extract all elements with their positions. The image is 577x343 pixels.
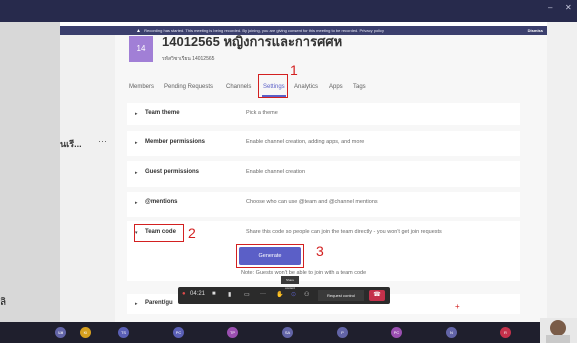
settings-row-desc: Pick a theme xyxy=(246,110,278,116)
participant-avatar[interactable]: N xyxy=(446,327,457,338)
chevron-right-icon: ▸ xyxy=(135,140,138,146)
settings-row-desc: Enable channel creation, adding apps, an… xyxy=(246,139,365,145)
raise-hand-icon[interactable]: ✋ xyxy=(276,291,283,298)
close-button[interactable]: ✕ xyxy=(565,3,572,12)
participant-avatar[interactable]: TS xyxy=(118,327,129,338)
tab-pending-requests[interactable]: Pending Requests xyxy=(164,84,213,90)
settings-row-desc: Choose who can use @team and @channel me… xyxy=(246,199,378,205)
participant-strip: นพ KI TS PC TP SA P PC N R xyxy=(0,322,577,343)
settings-row-member-permissions[interactable]: ▸ Member permissions Enable channel crea… xyxy=(127,131,520,156)
participant-avatar[interactable]: R xyxy=(500,327,511,338)
left-edge-text: ลิ xyxy=(0,297,7,308)
settings-row-label: Guest permissions xyxy=(145,169,200,175)
chevron-right-icon: ▸ xyxy=(135,200,138,206)
more-actions-icon[interactable]: ··· xyxy=(260,291,266,297)
settings-row-team-theme[interactable]: ▸ Team theme Pick a theme xyxy=(127,103,520,125)
settings-row-label: @mentions xyxy=(145,199,178,205)
tab-apps[interactable]: Apps xyxy=(329,84,343,90)
app-rail xyxy=(0,22,60,322)
phone-hangup-icon[interactable]: ☎ xyxy=(369,290,385,301)
chevron-right-icon: ▸ xyxy=(135,301,138,307)
tab-channels[interactable]: Channels xyxy=(226,84,251,90)
participants-icon[interactable]: ⚇ xyxy=(304,291,309,298)
minimize-button[interactable]: – xyxy=(548,3,552,12)
tab-analytics[interactable]: Analytics xyxy=(294,84,318,90)
meeting-timer: 04:21 xyxy=(190,291,206,297)
participant-avatar[interactable]: นพ xyxy=(55,327,66,338)
settings-row-desc: Enable channel creation xyxy=(246,169,306,175)
participant-avatar[interactable]: KI xyxy=(80,327,91,338)
annotation-number-2: 2 xyxy=(188,225,196,241)
tab-members[interactable]: Members xyxy=(129,84,154,90)
settings-row-label: Member permissions xyxy=(145,139,206,145)
title-bar: – ✕ xyxy=(0,0,577,22)
self-video-tile xyxy=(540,318,577,343)
presenter-body xyxy=(546,335,570,343)
teams-list-panel: นเรี... ··· xyxy=(60,35,115,322)
participant-avatar[interactable]: PC xyxy=(173,327,184,338)
team-avatar: 14 xyxy=(129,36,153,62)
right-margin xyxy=(547,22,577,322)
share-content-tooltip: Share content xyxy=(281,276,299,290)
settings-row-label: Team theme xyxy=(145,110,180,116)
chevron-right-icon: ▸ xyxy=(135,170,138,176)
participant-avatar[interactable]: SA xyxy=(282,327,293,338)
chevron-right-icon: ▸ xyxy=(135,111,138,117)
tab-tags[interactable]: Tags xyxy=(353,84,366,90)
more-options-icon[interactable]: ··· xyxy=(98,136,107,146)
microphone-icon[interactable]: ▮ xyxy=(228,291,231,298)
share-content-icon[interactable]: ⊙ xyxy=(291,291,296,298)
settings-row-label: Parent/gu xyxy=(145,300,173,306)
settings-row-guest-permissions[interactable]: ▸ Guest permissions Enable channel creat… xyxy=(127,161,520,187)
annotation-number-3: 3 xyxy=(316,243,324,259)
warning-icon: ▲ xyxy=(136,28,141,34)
annotation-box-generate xyxy=(236,244,304,268)
annotation-number-1: 1 xyxy=(290,62,298,78)
annotation-box-team-code xyxy=(134,224,184,242)
settings-row-mentions[interactable]: ▸ @mentions Choose who can use @team and… xyxy=(127,192,520,217)
participant-avatar[interactable]: P xyxy=(337,327,348,338)
teams-window: – ✕ นเรี... ··· ▲ Recording has started.… xyxy=(0,0,577,343)
participant-avatar[interactable]: PC xyxy=(391,327,402,338)
settings-row-desc: Share this code so people can join the t… xyxy=(246,229,442,235)
camera-icon[interactable]: ■ xyxy=(212,291,216,297)
team-title: 14012565 หญิงการและการศศห xyxy=(162,34,343,49)
annotation-box-settings xyxy=(258,74,288,98)
plus-icon: + xyxy=(455,302,460,311)
dismiss-button[interactable]: Dismiss xyxy=(528,26,543,35)
team-list-item-label[interactable]: นเรี... xyxy=(60,137,82,151)
team-subtitle: รหัสวิชาเรียน 14012565 xyxy=(162,56,215,62)
share-tray-icon[interactable]: ▭ xyxy=(244,291,250,298)
request-control-button[interactable]: Request control xyxy=(318,290,364,301)
team-code-note: Note: Guests won't be able to join with … xyxy=(241,270,367,276)
participant-avatar[interactable]: TP xyxy=(227,327,238,338)
recording-dot-icon: ● xyxy=(182,291,186,297)
presenter-head xyxy=(550,320,566,336)
